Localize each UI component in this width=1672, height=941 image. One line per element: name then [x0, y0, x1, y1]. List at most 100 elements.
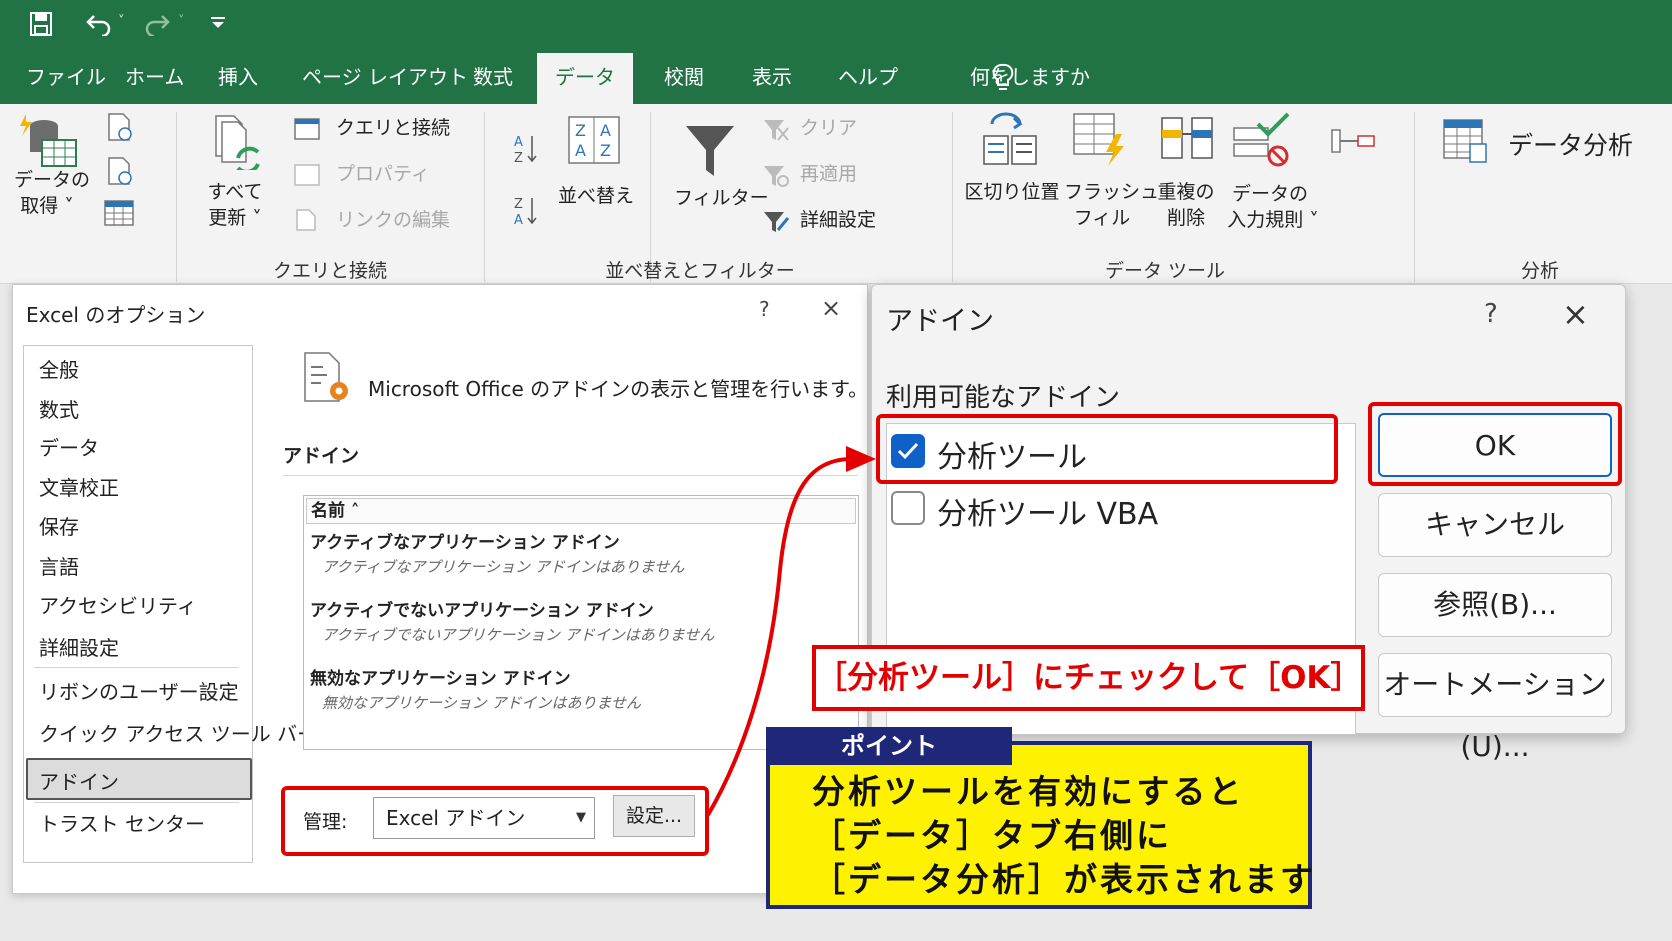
addins-settings-icon: [304, 352, 348, 402]
refresh-all-label[interactable]: すべて: [202, 180, 268, 204]
svg-text:Z: Z: [575, 121, 586, 140]
help-button[interactable]: ?: [759, 297, 770, 321]
properties-button[interactable]: プロパティ: [336, 162, 430, 186]
data-validation-button[interactable]: データの: [1220, 182, 1320, 206]
edit-links-button[interactable]: リンクの編集: [336, 208, 450, 232]
nav-item-general[interactable]: 全般: [39, 354, 79, 383]
queries-connections-icon[interactable]: [294, 118, 320, 140]
cancel-button[interactable]: キャンセル: [1378, 493, 1612, 557]
data-tools-group-label: データ ツール: [1104, 260, 1226, 282]
tell-me-search[interactable]: 何をしますか: [970, 50, 1090, 104]
filter-button[interactable]: フィルター: [674, 186, 769, 210]
svg-text:Z: Z: [600, 141, 611, 160]
data-validation-icon[interactable]: [1232, 112, 1292, 168]
tab-view[interactable]: 表示: [752, 50, 792, 104]
nav-item-language[interactable]: 言語: [39, 551, 79, 580]
sort-descending-icon[interactable]: Z A: [512, 194, 540, 226]
what-if-icon[interactable]: [1330, 126, 1376, 156]
undo-icon[interactable]: [86, 12, 112, 36]
nav-divider: [34, 667, 239, 668]
nav-item-customize-ribbon[interactable]: リボンのユーザー設定: [39, 676, 239, 705]
redo-icon[interactable]: [144, 12, 170, 36]
analysis-toolpak-vba-checkbox[interactable]: [891, 491, 925, 525]
nav-item-quick-access-toolbar[interactable]: クイック アクセス ツール バー: [39, 718, 317, 747]
tab-formulas[interactable]: 数式: [473, 50, 513, 104]
active-addins-heading: アクティブなアプリケーション アドイン: [310, 533, 620, 553]
tab-help[interactable]: ヘルプ: [838, 50, 898, 104]
addins-section-heading: アドイン: [283, 445, 360, 467]
remove-duplicates-icon[interactable]: [1160, 114, 1214, 162]
sort-button[interactable]: 並べ替え: [558, 184, 634, 208]
nav-item-accessibility[interactable]: アクセシビリティ: [39, 590, 197, 619]
sort-filter-group-label: 並べ替えとフィルター: [605, 260, 795, 282]
tab-data[interactable]: データ: [537, 53, 633, 104]
nav-item-trust-center[interactable]: トラスト センター: [39, 808, 205, 837]
nav-item-proofing[interactable]: 文章校正: [39, 472, 119, 501]
save-icon[interactable]: [30, 12, 52, 36]
sort-icon[interactable]: Z A A Z: [568, 116, 620, 164]
highlight-analysis-toolpak: [876, 414, 1338, 484]
close-icon[interactable]: ×: [821, 294, 841, 322]
reapply-filter-button[interactable]: 再適用: [800, 162, 857, 186]
filter-icon[interactable]: [684, 124, 736, 178]
clear-filter-button[interactable]: クリア: [800, 116, 857, 140]
flash-fill-icon[interactable]: [1072, 112, 1132, 168]
clear-filter-icon: [764, 120, 789, 141]
undo-dropdown-icon[interactable]: ˅: [118, 14, 125, 29]
disabled-addins-heading: 無効なアプリケーション アドイン: [310, 669, 571, 689]
customize-icon[interactable]: [210, 16, 226, 30]
analysis-toolpak-vba-label[interactable]: 分析ツール VBA: [937, 489, 1158, 533]
from-table-icon[interactable]: [104, 200, 134, 226]
properties-icon: [294, 164, 320, 186]
inactive-addins-heading: アクティブでないアプリケーション アドイン: [310, 601, 654, 621]
nav-item-addins[interactable]: アドイン: [39, 766, 119, 795]
addins-description: Microsoft Office のアドインの表示と管理を行います。: [368, 377, 869, 401]
analysis-group-label: 分析: [1520, 260, 1559, 282]
queries-connections-button[interactable]: クエリと接続: [336, 116, 450, 140]
get-data-label[interactable]: データの: [14, 168, 90, 192]
nav-item-advanced[interactable]: 詳細設定: [39, 632, 119, 661]
nav-item-data[interactable]: データ: [39, 432, 99, 461]
group-separator: [176, 112, 177, 282]
sort-ascending-icon[interactable]: A Z: [512, 132, 540, 164]
browse-button[interactable]: 参照(B)...: [1378, 573, 1612, 637]
highlight-ok-button: [1368, 402, 1622, 486]
nav-item-save[interactable]: 保存: [39, 511, 79, 540]
nav-item-formulas[interactable]: 数式: [39, 394, 79, 423]
flash-fill-button[interactable]: フラッシュ: [1064, 180, 1159, 204]
quick-access-toolbar: ˅ ˅: [0, 0, 1672, 50]
queries-group-label: クエリと接続: [272, 260, 387, 282]
data-validation-button-2[interactable]: 入力規則 ˅: [1220, 208, 1326, 232]
data-analysis-button[interactable]: データ分析: [1508, 130, 1633, 162]
redo-dropdown-icon[interactable]: ˅: [178, 14, 185, 29]
tab-page-layout[interactable]: ページ レイアウト: [302, 50, 468, 104]
get-data-label-2[interactable]: 取得 ˅: [14, 194, 80, 218]
disabled-addins-empty: 無効なアプリケーション アドインはありません: [322, 694, 642, 712]
advanced-filter-button[interactable]: 詳細設定: [800, 208, 876, 232]
text-to-columns-icon[interactable]: [980, 112, 1042, 166]
data-analysis-icon[interactable]: [1442, 118, 1488, 164]
flash-fill-button-2[interactable]: フィル: [1064, 206, 1140, 230]
svg-text:A: A: [514, 213, 523, 226]
advanced-filter-icon[interactable]: [762, 210, 790, 234]
tab-insert[interactable]: 挿入: [218, 50, 258, 104]
from-web-icon[interactable]: [106, 156, 134, 186]
ribbon-tab-bar: ファイル ホーム 挿入 ページ レイアウト 数式 データ 校閲 表示 ヘルプ 何…: [0, 50, 1672, 104]
tab-file[interactable]: ファイル: [26, 50, 106, 104]
remove-duplicates-button-2[interactable]: 削除: [1150, 206, 1222, 230]
close-icon[interactable]: ×: [1562, 295, 1589, 333]
edit-links-icon: [296, 209, 316, 231]
tab-home[interactable]: ホーム: [125, 50, 184, 104]
svg-text:A: A: [575, 141, 586, 160]
recent-sources-icon[interactable]: [106, 112, 134, 142]
automation-button[interactable]: オートメーション(U)...: [1378, 653, 1612, 763]
dialog-title: Excel のオプション: [26, 303, 206, 327]
refresh-all-icon[interactable]: [212, 114, 262, 170]
tab-review[interactable]: 校閲: [664, 50, 704, 104]
svg-text:Z: Z: [514, 151, 523, 164]
refresh-all-label-2[interactable]: 更新 ˅: [202, 206, 268, 230]
get-data-icon[interactable]: [18, 112, 78, 168]
help-button[interactable]: ?: [1484, 299, 1498, 329]
text-to-columns-button[interactable]: 区切り位置: [964, 180, 1060, 204]
remove-duplicates-button[interactable]: 重複の: [1150, 180, 1222, 204]
